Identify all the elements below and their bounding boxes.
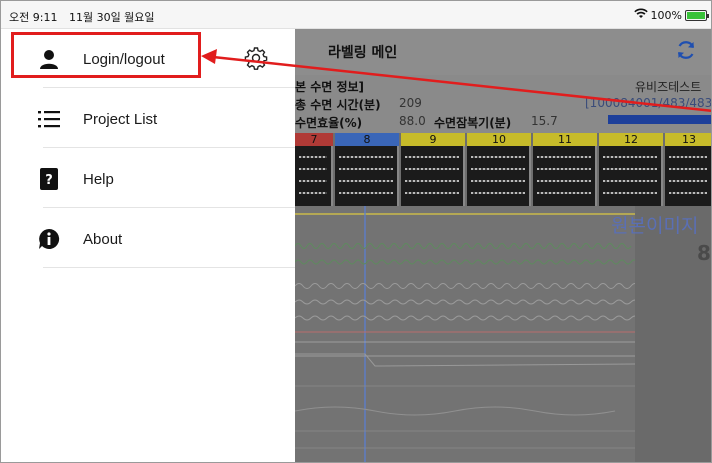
sidebar-item-label: About	[83, 230, 123, 248]
divider	[43, 87, 295, 88]
sidebar-item-project-list[interactable]: Project List	[1, 89, 295, 149]
svg-text:?: ?	[45, 173, 53, 188]
epoch-label[interactable]: 8	[335, 133, 399, 146]
sidebar-item-about[interactable]: About	[1, 209, 295, 269]
project-progress: [100084001/483/483	[585, 96, 712, 110]
divider	[43, 207, 295, 208]
epoch-label[interactable]: 13	[665, 133, 711, 146]
main-screen-overlay[interactable]: 라벨링 메인 본 수면 정보] 총 수면 시간(분) 209 수면효율(%) 8…	[295, 29, 712, 462]
epoch-label[interactable]: 7	[295, 133, 333, 146]
status-time: 오전 9:11	[9, 11, 58, 24]
info-section-title: 본 수면 정보]	[295, 80, 365, 94]
epoch-thumbnail[interactable]	[335, 146, 399, 206]
sidebar-item-help[interactable]: ? Help	[1, 149, 295, 209]
epoch-thumbnail[interactable]	[665, 146, 711, 206]
refresh-icon[interactable]	[675, 39, 697, 61]
divider	[43, 267, 295, 268]
info-icon	[37, 227, 61, 251]
sidebar-menu: Login/logout Project List ? Help About	[1, 29, 295, 462]
sidebar-item-label: Help	[83, 170, 114, 188]
app-window: 오전 9:11 11월 30일 월요일 100% Login/logout Pr…	[0, 0, 712, 463]
epoch-label[interactable]: 9	[401, 133, 465, 146]
epoch-thumbnail[interactable]	[467, 146, 531, 206]
navigation-bar: 라벨링 메인	[295, 29, 711, 75]
status-date: 11월 30일 월요일	[68, 11, 155, 24]
battery-icon	[685, 9, 709, 21]
watermark-number: 8	[697, 241, 711, 265]
list-icon	[37, 107, 61, 131]
epoch-thumbnail[interactable]	[599, 146, 663, 206]
total-sleep-value: 209	[399, 96, 422, 110]
divider	[43, 147, 295, 148]
project-name: 유비즈테스트	[635, 80, 702, 94]
efficiency-label: 수면효율(%)	[295, 116, 363, 130]
battery-percent: 100%	[650, 8, 682, 22]
page-title: 라벨링 메인	[328, 45, 398, 61]
epoch-thumbnails	[295, 146, 711, 206]
epoch-thumbnail[interactable]	[295, 146, 333, 206]
epoch-thumbnail[interactable]	[533, 146, 597, 206]
latency-value: 15.7	[531, 114, 558, 128]
efficiency-value: 88.0	[399, 114, 426, 128]
help-book-icon: ?	[37, 167, 61, 191]
sleep-info-panel: 본 수면 정보] 총 수면 시간(분) 209 수면효율(%) 88.0 수면잠…	[295, 75, 712, 133]
epoch-label[interactable]: 10	[467, 133, 531, 146]
epoch-thumbnail[interactable]	[401, 146, 465, 206]
latency-label: 수면잠복기(분)	[434, 116, 512, 130]
highlight-box	[11, 32, 201, 78]
progress-bar	[608, 115, 711, 124]
epoch-label[interactable]: 11	[533, 133, 597, 146]
sidebar-item-label: Project List	[83, 110, 158, 128]
status-bar: 오전 9:11 11월 30일 월요일 100%	[1, 1, 711, 29]
watermark-text: 원본이미지	[611, 215, 699, 237]
epoch-label[interactable]: 12	[599, 133, 663, 146]
wifi-icon	[633, 8, 648, 22]
signal-waveform-view[interactable]	[295, 206, 635, 462]
epoch-header: 7 8 9 10 11 12 13	[295, 133, 711, 146]
gear-icon[interactable]	[244, 46, 268, 70]
total-sleep-label: 총 수면 시간(분)	[295, 98, 381, 112]
